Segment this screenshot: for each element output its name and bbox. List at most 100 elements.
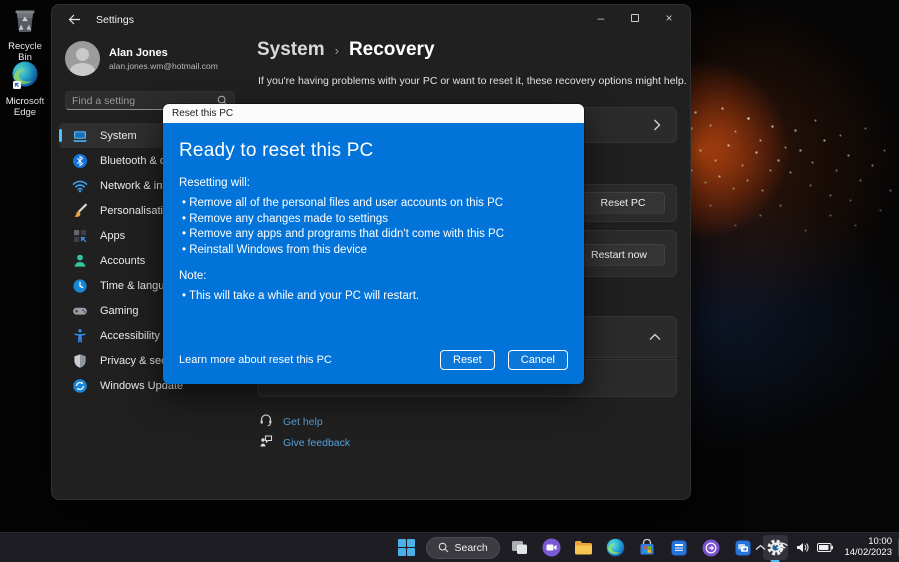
- restart-now-button-label: Restart now: [590, 249, 648, 261]
- bluetooth-icon: [72, 153, 88, 169]
- tray-time: 10:00: [868, 536, 892, 547]
- dialog-intro: Resetting will:: [179, 177, 250, 189]
- back-button[interactable]: [62, 9, 86, 29]
- chevron-up-icon: [649, 333, 661, 341]
- wifi-icon[interactable]: [774, 542, 789, 553]
- clock-icon: [72, 278, 88, 294]
- learn-more-link[interactable]: Learn more about reset this PC: [179, 354, 332, 366]
- store-button[interactable]: [635, 535, 660, 560]
- desktop-icon-microsoft-edge[interactable]: Microsoft Edge: [0, 60, 50, 118]
- sidebar-item-label: Accounts: [100, 254, 146, 267]
- system-icon: [72, 128, 88, 144]
- windows-logo-icon: [397, 539, 415, 556]
- reset-pc-button-label: Reset PC: [600, 197, 646, 209]
- recycle-bin-icon: [0, 5, 50, 38]
- taskbar-search-label: Search: [454, 541, 488, 554]
- tray-date: 14/02/2023: [844, 546, 892, 558]
- sidebar-item-label: Gaming: [100, 304, 139, 317]
- headset-icon: [259, 413, 273, 430]
- get-help-link[interactable]: Get help: [259, 413, 323, 430]
- dialog-body: Ready to reset this PC Resetting will: R…: [163, 123, 584, 384]
- breadcrumb-parent[interactable]: System: [257, 39, 325, 61]
- dialog-footer: Learn more about reset this PC Reset Can…: [179, 350, 568, 370]
- give-feedback-label: Give feedback: [283, 436, 351, 449]
- volume-icon[interactable]: [796, 542, 810, 553]
- folder-icon: [574, 540, 592, 554]
- tray-chevron-up-icon[interactable]: [755, 544, 766, 551]
- arrow-circle-app-icon: [702, 539, 720, 556]
- dialog-heading: Ready to reset this PC: [179, 140, 374, 161]
- sidebar-item-label: System: [100, 129, 137, 142]
- edge-icon: [606, 538, 625, 557]
- wifi-icon: [72, 178, 88, 194]
- search-icon: [438, 542, 448, 553]
- page-description: If you're having problems with your PC o…: [258, 75, 687, 87]
- window-titlebar: Settings – ×: [52, 5, 690, 33]
- dialog-bullet: Remove all of the personal files and use…: [179, 196, 568, 212]
- dialog-note-label: Note:: [179, 270, 207, 282]
- dialog-reset-label: Reset: [453, 354, 482, 366]
- sidebar-item-label: Apps: [100, 229, 126, 242]
- person-icon: [72, 253, 88, 269]
- chat-button[interactable]: [539, 535, 564, 560]
- taskbar-search[interactable]: Search: [425, 536, 500, 559]
- dialog-bullet: Remove any apps and programs that didn't…: [179, 227, 568, 243]
- apps-icon: [72, 228, 88, 244]
- desktop-icon-label: Microsoft Edge: [5, 96, 45, 118]
- reset-dialog: Reset this PC Ready to reset this PC Res…: [162, 103, 585, 385]
- shield-icon: [72, 353, 88, 369]
- gamepad-icon: [72, 303, 88, 319]
- dialog-cancel-label: Cancel: [520, 354, 555, 366]
- dialog-bullet: Remove any changes made to settings: [179, 212, 568, 228]
- reset-pc-button[interactable]: Reset PC: [581, 192, 665, 214]
- accessibility-person-icon: [72, 328, 88, 344]
- task-view-icon: [511, 541, 527, 554]
- battery-icon[interactable]: [817, 543, 834, 552]
- give-feedback-link[interactable]: Give feedback: [259, 434, 350, 451]
- chat-icon: [542, 538, 561, 557]
- maximize-button[interactable]: [618, 7, 652, 29]
- dialog-bullet-list: Remove all of the personal files and use…: [179, 196, 568, 258]
- breadcrumb: System › Recovery: [257, 39, 435, 61]
- document-app-button[interactable]: [667, 535, 692, 560]
- dialog-title: Reset this PC: [172, 108, 234, 119]
- avatar: [65, 41, 100, 76]
- user-profile[interactable]: Alan Jones alan.jones.wm@hotmail.com: [65, 41, 218, 76]
- file-explorer-button[interactable]: [571, 535, 596, 560]
- maximize-icon: [631, 14, 639, 22]
- dialog-note-list: This will take a while and your PC will …: [179, 289, 568, 305]
- update-icon: [72, 378, 88, 394]
- get-help-label: Get help: [283, 415, 323, 428]
- start-button[interactable]: [394, 535, 419, 560]
- dialog-note-bullet: This will take a while and your PC will …: [179, 289, 568, 305]
- desktop: Recycle Bin Microsoft Edge Settings – × …: [0, 0, 899, 562]
- back-arrow-icon: [68, 14, 80, 24]
- task-view-button[interactable]: [507, 535, 532, 560]
- feedback-icon: [259, 434, 273, 451]
- chevron-right-icon: [653, 119, 661, 131]
- taskbar: Search 10:00 14/02/2023: [0, 532, 899, 562]
- window-title: Settings: [96, 14, 134, 26]
- dialog-cancel-button[interactable]: Cancel: [507, 350, 568, 370]
- edge-button[interactable]: [603, 535, 628, 560]
- brush-icon: [72, 203, 88, 219]
- wallpaper-sparkles: [0, 0, 1, 1]
- dialog-reset-button[interactable]: Reset: [440, 350, 495, 370]
- remote-desktop-icon: [735, 540, 751, 555]
- restart-now-button[interactable]: Restart now: [573, 244, 665, 266]
- page-title: Recovery: [348, 39, 435, 60]
- desktop-icon-recycle-bin[interactable]: Recycle Bin: [0, 5, 50, 63]
- document-app-icon: [671, 540, 687, 555]
- dialog-bullet: Reinstall Windows from this device: [179, 243, 568, 259]
- user-email: alan.jones.wm@hotmail.com: [109, 60, 218, 71]
- remote-desktop-app-button[interactable]: [731, 535, 756, 560]
- get-started-app-button[interactable]: [699, 535, 724, 560]
- clock[interactable]: 10:00 14/02/2023: [841, 536, 892, 558]
- close-button[interactable]: ×: [652, 7, 686, 29]
- sidebar-item-label: Accessibility: [100, 329, 160, 342]
- breadcrumb-separator-icon: ›: [334, 43, 339, 58]
- dialog-titlebar: Reset this PC: [163, 104, 584, 123]
- system-tray: 10:00 14/02/2023: [755, 533, 892, 562]
- edge-icon: [0, 60, 50, 93]
- minimize-button[interactable]: –: [584, 7, 618, 29]
